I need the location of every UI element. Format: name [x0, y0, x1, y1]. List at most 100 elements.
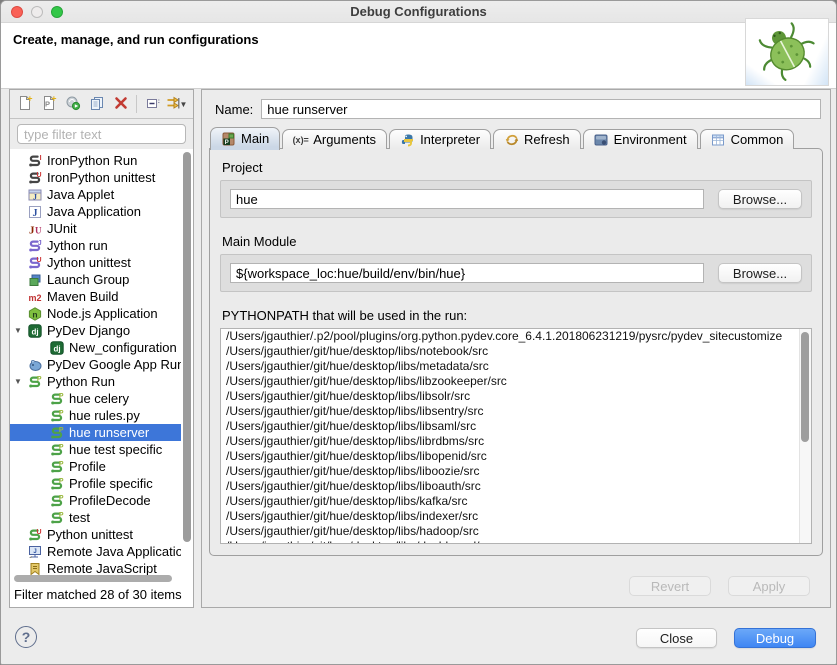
tree-vertical-scrollbar-thumb[interactable]	[183, 152, 191, 542]
svg-text:P: P	[58, 409, 63, 416]
apply-button[interactable]: Apply	[728, 576, 810, 596]
debug-button[interactable]: Debug	[734, 628, 816, 648]
help-button[interactable]: ?	[15, 626, 37, 648]
tree-vertical-scrollbar[interactable]	[181, 149, 193, 575]
filter-input[interactable]	[17, 124, 186, 144]
tree-item-launch-group[interactable]: Launch Group	[10, 271, 181, 288]
tab-main[interactable]: PMain	[210, 127, 280, 150]
tree-item-label: New_configuration	[69, 340, 177, 355]
tree-item-java-applet[interactable]: JJava Applet	[10, 186, 181, 203]
tree-item-new-configuration[interactable]: djNew_configuration	[10, 339, 181, 356]
new-configuration-icon: +	[17, 95, 33, 114]
tree-item-pydev-google-app-run[interactable]: PyDev Google App Run	[10, 356, 181, 373]
pythonpath-entry[interactable]: /Users/jgauthier/git/hue/desktop/libs/li…	[221, 464, 811, 479]
pythonpath-entry[interactable]: /Users/jgauthier/git/hue/desktop/libs/ha…	[221, 524, 811, 539]
tree-item-label: Launch Group	[47, 272, 129, 287]
environment-icon	[594, 133, 609, 147]
svg-text:U: U	[36, 528, 41, 535]
tree-item-python-run[interactable]: ▼PPython Run	[10, 373, 181, 390]
pythonpath-entry[interactable]: /Users/jgauthier/.p2/pool/plugins/org.py…	[221, 329, 811, 344]
debug-configurations-dialog: Debug Configurations Create, manage, and…	[0, 0, 837, 665]
pythonpath-list: /Users/jgauthier/.p2/pool/plugins/org.py…	[220, 328, 812, 544]
tree-item-test[interactable]: Ptest	[10, 509, 181, 526]
tree-item-ironpython-run[interactable]: IIronPython Run	[10, 152, 181, 169]
tree-item-profile-specific[interactable]: PProfile specific	[10, 475, 181, 492]
tab-common[interactable]: Common	[700, 129, 795, 149]
tree-item-jython-unittest[interactable]: UJython unittest	[10, 254, 181, 271]
tree-item-node-js-application[interactable]: nNode.js Application	[10, 305, 181, 322]
tree-item-label: PyDev Google App Run	[47, 357, 181, 372]
tree-item-jython-run[interactable]: JJython run	[10, 237, 181, 254]
tab-refresh[interactable]: Refresh	[493, 129, 581, 149]
tree-horizontal-scrollbar[interactable]	[10, 574, 193, 583]
dialog-header-title: Create, manage, and run configurations	[13, 32, 259, 47]
new-configuration-button[interactable]: +	[14, 94, 35, 115]
pythonpath-entry[interactable]: /Users/jgauthier/git/hue/desktop/libs/li…	[221, 449, 811, 464]
tab-bar: PMain(x)=ArgumentsInterpreterRefreshEnvi…	[202, 126, 830, 149]
project-group: Browse...	[220, 180, 812, 218]
minimize-window-icon[interactable]	[31, 6, 43, 18]
pythonpath-entry[interactable]: /Users/jgauthier/git/hue/desktop/libs/in…	[221, 509, 811, 524]
tree-item-profile[interactable]: PProfile	[10, 458, 181, 475]
svg-text:dj: dj	[31, 327, 38, 336]
tree-item-hue-runserver[interactable]: Phue runserver	[10, 424, 181, 441]
tree-item-ironpython-unittest[interactable]: UIronPython unittest	[10, 169, 181, 186]
tree-item-hue-rules-py[interactable]: Phue rules.py	[10, 407, 181, 424]
tree-item-hue-celery[interactable]: Phue celery	[10, 390, 181, 407]
pythonpath-entry[interactable]: /Users/jgauthier/git/hue/desktop/libs/li…	[221, 404, 811, 419]
tab-environment[interactable]: Environment	[583, 129, 698, 149]
main-module-input[interactable]	[230, 263, 704, 283]
delete-configuration-button[interactable]	[110, 94, 131, 115]
name-input[interactable]	[261, 99, 821, 119]
project-input[interactable]	[230, 189, 704, 209]
tab-interpreter[interactable]: Interpreter	[389, 129, 491, 149]
tree-item-pydev-django[interactable]: ▼ dj PyDev Django	[10, 322, 181, 339]
pythonpath-entry[interactable]: /Users/jgauthier/git/hue/desktop/libs/me…	[221, 359, 811, 374]
tree-item-remote-javascript[interactable]: Remote JavaScript	[10, 560, 181, 575]
tree-item-profiledecode[interactable]: PProfileDecode	[10, 492, 181, 509]
project-browse-button[interactable]: Browse...	[718, 189, 802, 209]
close-button[interactable]: Close	[636, 628, 717, 648]
export-configurations-icon	[65, 95, 81, 114]
pythonpath-label: PYTHONPATH that will be used in the run:	[222, 308, 812, 323]
expand-arrow-icon[interactable]: ▼	[14, 326, 22, 335]
pythonpath-rows: /Users/jgauthier/.p2/pool/plugins/org.py…	[221, 329, 811, 544]
tree-item-junit[interactable]: JUJUnit	[10, 220, 181, 237]
main-module-browse-button[interactable]: Browse...	[718, 263, 802, 283]
tree-item-label: hue test specific	[69, 442, 162, 457]
python-run-icon: P	[49, 426, 64, 440]
revert-button[interactable]: Revert	[629, 576, 711, 596]
tree-item-java-application[interactable]: JJava Application	[10, 203, 181, 220]
pythonpath-entry[interactable]: /Users/jgauthier/git/hue/desktop/libs/li…	[221, 389, 811, 404]
close-window-icon[interactable]	[11, 6, 23, 18]
titlebar[interactable]: Debug Configurations	[1, 1, 836, 23]
export-configurations-button[interactable]	[62, 94, 83, 115]
tree-item-hue-test-specific[interactable]: Phue test specific	[10, 441, 181, 458]
duplicate-configuration-button[interactable]	[86, 94, 107, 115]
pythonpath-entry[interactable]: /Users/jgauthier/git/hue/desktop/libs/ka…	[221, 494, 811, 509]
pythonpath-entry[interactable]: /Users/jgauthier/git/hue/desktop/libs/li…	[221, 434, 811, 449]
pythonpath-scrollbar[interactable]	[799, 329, 811, 543]
pythonpath-entry[interactable]: /Users/jgauthier/git/hue/desktop/libs/li…	[221, 374, 811, 389]
svg-text:m2: m2	[28, 293, 41, 303]
pythonpath-scrollbar-thumb[interactable]	[801, 332, 809, 442]
zoom-window-icon[interactable]	[51, 6, 63, 18]
pythonpath-entry[interactable]: /Users/jgauthier/git/hue/desktop/libs/li…	[221, 479, 811, 494]
filter-configurations-button[interactable]: ▼	[166, 94, 187, 115]
tree-item-remote-java-application[interactable]: JRemote Java Application	[10, 543, 181, 560]
tree-item-maven-build[interactable]: m2Maven Build	[10, 288, 181, 305]
pythonpath-entry[interactable]: /Users/jgauthier/git/hue/desktop/libs/da…	[221, 539, 811, 544]
tree-horizontal-scrollbar-thumb[interactable]	[14, 575, 172, 582]
pythonpath-entry[interactable]: /Users/jgauthier/git/hue/desktop/libs/no…	[221, 344, 811, 359]
collapse-all-button[interactable]	[142, 94, 163, 115]
tree-item-label: hue rules.py	[69, 408, 140, 423]
pythonpath-entry[interactable]: /Users/jgauthier/git/hue/desktop/libs/li…	[221, 419, 811, 434]
configurations-toolbar: + P+ ▼	[10, 90, 193, 119]
python-run-icon: P	[27, 375, 42, 389]
expand-arrow-icon[interactable]: ▼	[14, 377, 22, 386]
tree-item-python-unittest[interactable]: UPython unittest	[10, 526, 181, 543]
tab-arguments[interactable]: (x)=Arguments	[282, 129, 387, 149]
tree-item-label: PyDev Django	[47, 323, 130, 338]
svg-text:P: P	[44, 99, 49, 108]
new-prototype-button[interactable]: P+	[38, 94, 59, 115]
